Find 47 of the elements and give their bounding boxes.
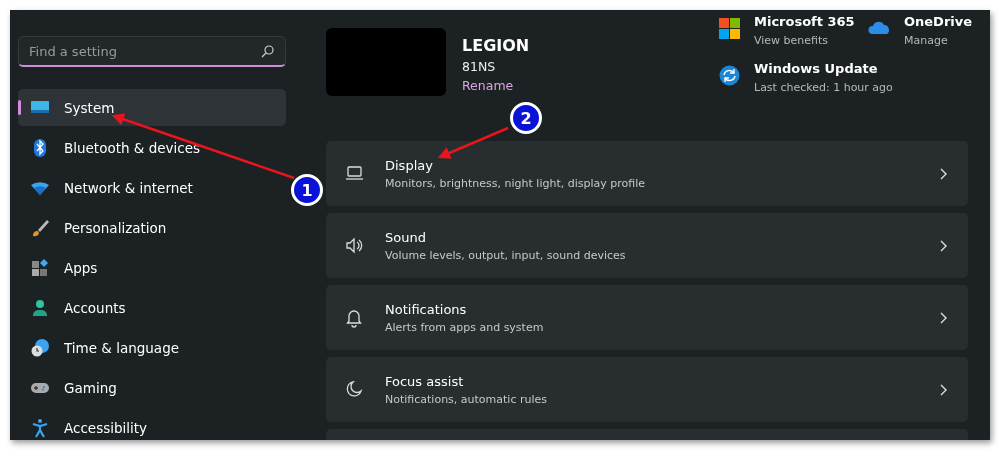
setting-description: Notifications, automatic rules: [385, 392, 548, 406]
quick-link-subtitle: View benefits: [754, 34, 830, 47]
setting-title: Notifications: [385, 301, 468, 317]
speaker-icon: [344, 235, 365, 256]
quick-link-subtitle: Manage: [904, 34, 949, 47]
accessibility-icon: [30, 417, 50, 438]
rename-link[interactable]: Rename: [462, 78, 530, 93]
device-name: LEGION: [462, 36, 530, 55]
search-field[interactable]: Find a setting: [18, 36, 286, 67]
device-model: 81NS: [462, 59, 497, 74]
refresh-icon: [718, 64, 741, 87]
quick-link-subtitle: Last checked: 1 hour ago: [754, 81, 893, 94]
quick-link-title[interactable]: Windows Update: [754, 61, 893, 76]
quick-link-title[interactable]: OneDrive: [904, 14, 973, 29]
search-icon: [261, 45, 274, 58]
settings-card[interactable]: Sound Volume levels, output, input, sound devices: [326, 213, 968, 278]
globe-clock-icon: [30, 337, 50, 358]
chevron-icon: [938, 382, 948, 397]
sidebar-item[interactable]: Gaming: [18, 369, 286, 406]
sidebar-item[interactable]: Time & language: [18, 329, 286, 366]
sidebar-item[interactable]: Personalization: [18, 209, 286, 246]
selection-indicator: [18, 100, 21, 115]
sidebar-item[interactable]: Network & internet: [18, 169, 286, 206]
quick-link-title[interactable]: Microsoft 365: [754, 14, 855, 29]
four-squares-icon: [718, 17, 741, 40]
settings-card[interactable]: Focus assist Notifications, automatic rules: [326, 357, 968, 422]
brush-icon: [30, 217, 50, 238]
settings-card[interactable]: Display Monitors, brightness, night light, display profile: [326, 141, 968, 206]
chevron-icon: [938, 238, 948, 253]
chevron-icon: [938, 166, 948, 181]
setting-title: Sound: [385, 229, 427, 245]
bell-icon: [344, 307, 365, 328]
setting-title: Display: [385, 157, 434, 173]
setting-description: Monitors, brightness, night light, display profile: [385, 176, 647, 190]
sidebar-item[interactable]: Accessibility: [18, 409, 286, 440]
sidebar-item[interactable]: Apps: [18, 249, 286, 286]
sidebar-item[interactable]: System: [18, 89, 286, 126]
apps-icon: [30, 257, 50, 278]
setting-title: Focus assist: [385, 373, 465, 389]
sidebar-item[interactable]: Accounts: [18, 289, 286, 326]
settings-card[interactable]: Notifications Alerts from apps and system: [326, 285, 968, 350]
annotation-arrow: [437, 126, 509, 159]
sidebar-item[interactable]: Bluetooth & devices: [18, 129, 286, 166]
setting-description: Volume levels, output, input, sound devices: [385, 248, 627, 262]
setting-description: Alerts from apps and system: [385, 320, 545, 334]
chevron-icon: [938, 310, 948, 325]
person-icon: [30, 297, 50, 318]
